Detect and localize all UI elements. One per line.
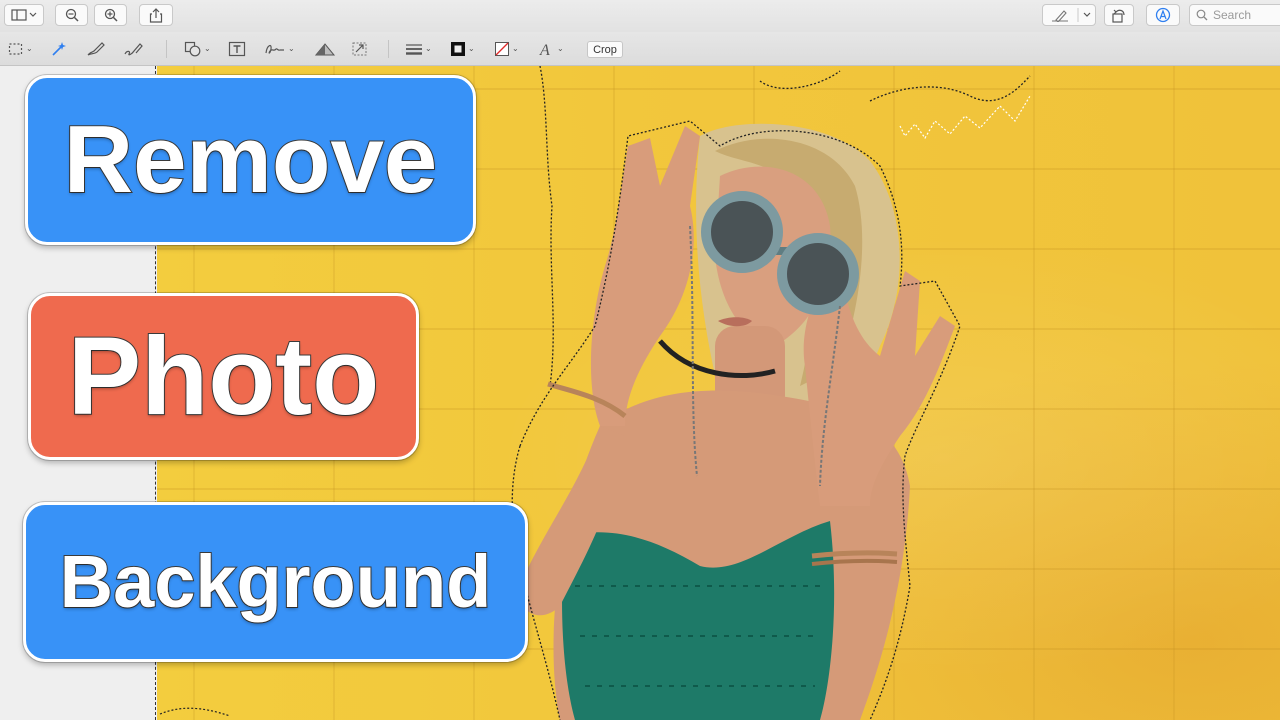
chevron-down-icon: ⌄ <box>288 44 295 53</box>
toolbar-divider <box>388 40 389 58</box>
border-color-tool[interactable]: ⌄ <box>450 40 475 58</box>
markup-toolbar-button[interactable] <box>1146 4 1180 26</box>
zoom-in-icon <box>104 8 118 22</box>
search-field[interactable]: Search <box>1189 4 1280 26</box>
shapes-tool[interactable]: ⌄ <box>184 40 211 58</box>
chevron-down-icon: ⌄ <box>204 44 211 53</box>
line-style-icon <box>406 44 422 55</box>
draw-tool[interactable] <box>123 40 145 58</box>
adjust-color-tool[interactable] <box>314 40 336 58</box>
sidebar-button[interactable] <box>4 4 44 26</box>
title-box-photo: Photo <box>28 293 419 460</box>
adjust-color-icon <box>314 43 336 56</box>
toolbar-divider <box>166 40 167 58</box>
title-box-background: Background <box>23 502 528 662</box>
sign-tool[interactable]: ⌄ <box>264 40 295 58</box>
title-remove: Remove <box>63 106 438 213</box>
title-box-remove: Remove <box>25 75 476 245</box>
search-placeholder: Search <box>1213 8 1252 22</box>
pen-menu-button[interactable] <box>1042 4 1096 26</box>
markup-toolbar-icon <box>1155 7 1171 23</box>
fill-color-icon <box>495 42 509 56</box>
text-style-tool[interactable]: A ⌄ <box>537 40 564 58</box>
sidebar-toggle-icon <box>11 9 37 21</box>
chevron-down-icon: ⌄ <box>512 44 519 53</box>
rotate-icon <box>1112 9 1125 23</box>
adjust-size-tool[interactable] <box>351 40 369 58</box>
instant-alpha-tool[interactable] <box>50 40 68 58</box>
shape-style-tool[interactable]: ⌄ <box>405 40 432 58</box>
chevron-down-icon: ⌄ <box>425 44 432 53</box>
zoom-in-button[interactable] <box>94 4 127 26</box>
crop-button[interactable]: Crop <box>587 41 623 58</box>
zoom-out-button[interactable] <box>55 4 88 26</box>
chevron-down-icon: ⌄ <box>26 44 33 53</box>
chevron-down-icon: ⌄ <box>557 44 564 53</box>
zoom-out-icon <box>65 8 79 22</box>
text-tool[interactable] <box>228 40 246 58</box>
title-background: Background <box>59 540 493 623</box>
share-icon <box>149 7 163 23</box>
fill-color-tool[interactable]: ⌄ <box>494 40 519 58</box>
draw-icon <box>124 43 143 56</box>
adjust-size-icon <box>352 42 367 56</box>
share-button[interactable] <box>139 4 173 26</box>
shapes-icon <box>184 41 201 57</box>
window-toolbar: Search <box>0 0 1280 32</box>
signature-icon <box>265 44 284 54</box>
chevron-down-icon: ⌄ <box>468 44 475 53</box>
svg-text:A: A <box>539 42 550 57</box>
instant-alpha-icon <box>52 42 66 56</box>
magnifier-icon <box>1196 9 1208 21</box>
sketch-tool[interactable] <box>86 40 106 58</box>
text-box-icon <box>228 41 246 57</box>
border-color-icon <box>451 42 465 56</box>
rotate-button[interactable] <box>1104 4 1134 26</box>
rect-selection-tool[interactable]: ⌄ <box>8 40 33 58</box>
sketch-icon <box>87 42 105 56</box>
rectangular-selection-icon <box>8 43 23 55</box>
text-style-icon: A <box>539 42 550 57</box>
markup-pen-icon <box>1052 8 1091 22</box>
title-photo: Photo <box>67 314 381 438</box>
